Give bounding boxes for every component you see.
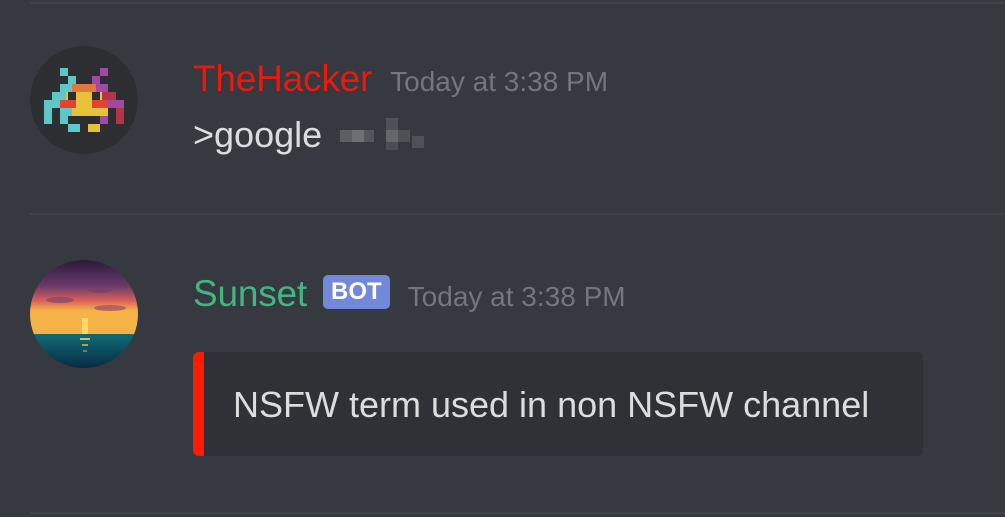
censored-text bbox=[336, 116, 430, 154]
timestamp: Today at 3:38 PM bbox=[407, 281, 626, 312]
username[interactable]: Sunset bbox=[193, 273, 307, 315]
message-header: TheHacker Today at 3:38 PM bbox=[193, 58, 608, 100]
message-text: >google bbox=[193, 114, 323, 155]
username[interactable]: TheHacker bbox=[193, 58, 372, 100]
bot-badge: BOT bbox=[323, 275, 390, 309]
message-embed: NSFW term used in non NSFW channel bbox=[193, 352, 923, 456]
space-invader-icon bbox=[30, 46, 138, 154]
avatar[interactable] bbox=[30, 260, 138, 368]
message-divider bbox=[30, 213, 1005, 215]
embed-description: NSFW term used in non NSFW channel bbox=[233, 384, 870, 425]
message-content: >google bbox=[193, 114, 430, 156]
message-divider bbox=[30, 2, 1005, 4]
embed-accent-bar bbox=[193, 352, 204, 456]
message-divider bbox=[30, 512, 1005, 514]
message-header: Sunset BOT Today at 3:38 PM bbox=[193, 273, 626, 315]
sunset-icon bbox=[30, 260, 138, 368]
avatar[interactable] bbox=[30, 46, 138, 154]
chat-messages: TheHacker Today at 3:38 PM >google Sunse… bbox=[0, 0, 1005, 517]
timestamp: Today at 3:38 PM bbox=[390, 66, 609, 97]
